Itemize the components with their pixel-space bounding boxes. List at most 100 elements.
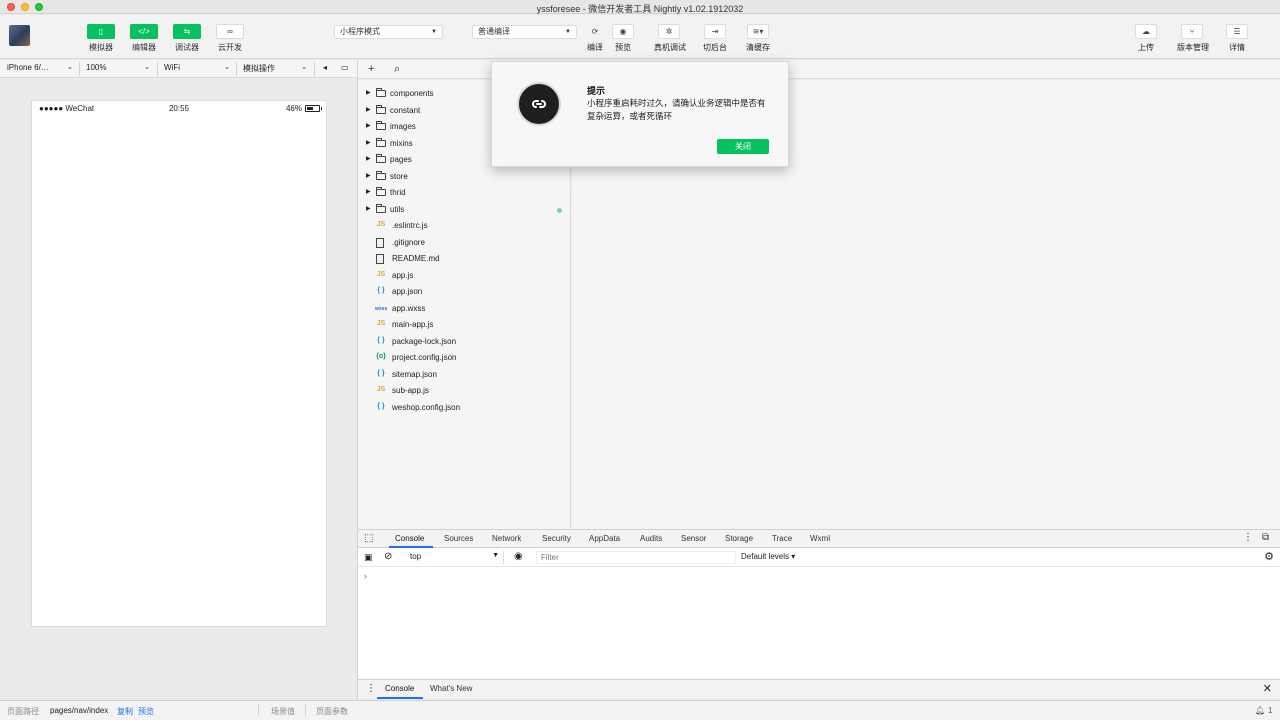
drawer-tab-what-s-new[interactable]: What's New (430, 684, 472, 693)
version-management-button[interactable]: ⑂ 版本管理 (1177, 24, 1209, 53)
close-dialog-button[interactable]: 关闭 (717, 139, 769, 154)
console-prompt[interactable]: › (364, 571, 367, 581)
layers-icon: ≋▾ (747, 24, 769, 39)
drawer-tabbar: ⋮ ✕ Console What's New (358, 679, 1280, 699)
file-name: weshop.config.json (392, 402, 461, 412)
chevron-right-icon: ▶ (366, 172, 371, 179)
drawer-menu-icon[interactable]: ⋮ (366, 683, 376, 694)
divider (258, 704, 259, 716)
network-select[interactable]: WiFi ⌄ (164, 63, 230, 72)
title-bar: yssforesee - 微信开发者工具 Nightly v1.02.19120… (0, 0, 1280, 14)
page-params-button[interactable]: 页面参数 (316, 706, 348, 717)
file-item[interactable]: {o} project.config.json (358, 350, 570, 366)
log-levels-select[interactable]: Default levels ▾ (741, 552, 795, 561)
folder-item[interactable]: ▶ thrid (358, 185, 570, 201)
clear-console-icon[interactable]: ⊘ (384, 551, 392, 562)
dialog-title: 提示 (587, 86, 606, 96)
tab-audits[interactable]: Audits (640, 534, 662, 543)
cloud-dev-button[interactable]: ∞ 云开发 (215, 24, 245, 53)
branch-icon: ⑂ (1181, 24, 1203, 39)
file-item[interactable]: JS sub-app.js (358, 383, 570, 399)
preview-path-link[interactable]: 预览 (138, 706, 154, 717)
sidebar-toggle-icon[interactable]: ▣ (364, 552, 373, 563)
bell-icon[interactable]: 🔔︎ (1255, 706, 1265, 715)
real-device-debug-button[interactable]: ✲ 真机调试 (654, 24, 686, 53)
close-icon[interactable]: ✕ (1263, 682, 1272, 695)
device-select[interactable]: iPhone 6/… ⌄ (7, 63, 73, 72)
tab-network[interactable]: Network (492, 534, 521, 543)
avatar[interactable] (9, 25, 30, 46)
json-file-icon: { } (377, 369, 385, 377)
more-options-icon[interactable]: ⋮ (1243, 532, 1253, 543)
context-select[interactable]: top ▼ (405, 551, 504, 564)
file-item[interactable]: JS main-app.js (358, 317, 570, 333)
scene-value-button[interactable]: 场景值 (271, 706, 295, 717)
details-button[interactable]: ☰ 详情 (1222, 24, 1252, 53)
folder-icon (376, 187, 386, 196)
debugger-button[interactable]: ⇆ 调试器 (172, 24, 202, 53)
file-item[interactable]: { } package-lock.json (358, 334, 570, 350)
folder-icon (376, 154, 386, 163)
compile-button[interactable]: ⟳ 编译 (580, 24, 610, 53)
phone-status-bar: ●●●●● WeChat 20:55 46% (32, 101, 326, 115)
folder-icon (376, 170, 386, 180)
background-button[interactable]: ⇥ 切后台 (700, 24, 730, 53)
search-icon[interactable]: ⌕ (394, 63, 400, 76)
phone-icon: ▯ (87, 24, 115, 39)
file-icon (376, 237, 384, 248)
file-item[interactable]: JS app.js (358, 268, 570, 284)
tab-security[interactable]: Security (542, 534, 571, 543)
file-name: app.wxss (392, 303, 426, 313)
volume-icon[interactable]: ◂ (323, 63, 327, 72)
simulator-button[interactable]: ▯ 模拟器 (86, 24, 116, 53)
file-name: package-lock.json (392, 336, 457, 346)
phone-screen[interactable]: ●●●●● WeChat 20:55 46% (31, 100, 327, 627)
folder-item[interactable]: ▶ store (358, 169, 570, 185)
upload-button[interactable]: ☁ 上传 (1131, 24, 1161, 53)
divider (236, 62, 237, 76)
file-item[interactable]: .gitignore (358, 235, 570, 251)
editor-button[interactable]: </> 编辑器 (129, 24, 159, 53)
file-item[interactable]: { } app.json (358, 284, 570, 300)
eye-icon[interactable]: ◉ (514, 551, 523, 562)
tab-sources[interactable]: Sources (444, 534, 473, 543)
console-filter-input[interactable] (536, 551, 736, 564)
detach-window-icon[interactable]: ▭ (341, 63, 349, 72)
file-item[interactable]: { } weshop.config.json (358, 400, 570, 416)
folder-name: constant (390, 105, 421, 115)
chevron-down-icon: ▼ (565, 29, 571, 35)
tab-sensor[interactable]: Sensor (681, 534, 706, 543)
add-file-icon[interactable]: + (368, 63, 374, 75)
inspect-element-icon[interactable]: ⬚ (364, 533, 373, 544)
file-item[interactable]: { } sitemap.json (358, 367, 570, 383)
console-output[interactable]: › (358, 567, 1280, 679)
tab-trace[interactable]: Trace (772, 534, 792, 543)
clear-cache-button[interactable]: ≋▾ 清缓存 (743, 24, 773, 53)
cloud-upload-icon: ☁ (1135, 24, 1157, 39)
file-item[interactable]: wxss app.wxss (358, 301, 570, 317)
gear-icon[interactable]: ⚙ (1264, 550, 1274, 563)
file-item[interactable]: JS .eslintrc.js (358, 218, 570, 234)
dialog-message: 小程序重启耗时过久，请确认业务逻辑中是否有复杂运算，或者死循环 (587, 98, 766, 121)
preview-button[interactable]: ◉ 预览 (608, 24, 638, 53)
window-title: yssforesee - 微信开发者工具 Nightly v1.02.19120… (536, 4, 744, 14)
copy-path-link[interactable]: 复制 (117, 706, 133, 717)
tab-appdata[interactable]: AppData (589, 534, 620, 543)
compile-mode-select[interactable]: 普通编译 ▼ (472, 25, 577, 39)
chevron-down-icon: ⌄ (224, 64, 230, 71)
zoom-select[interactable]: 100% ⌄ (86, 63, 150, 72)
bug-icon: ✲ (658, 24, 680, 39)
file-name: .eslintrc.js (392, 221, 428, 230)
divider (157, 62, 158, 76)
tab-console[interactable]: Console (395, 534, 424, 543)
folder-item[interactable]: ▶ utils (358, 202, 570, 218)
drawer-tab-console[interactable]: Console (385, 684, 414, 693)
file-item[interactable]: README.md (358, 251, 570, 267)
tab-wxml[interactable]: Wxml (810, 534, 830, 543)
tab-storage[interactable]: Storage (725, 534, 753, 543)
dock-icon[interactable]: ⧉ (1262, 532, 1269, 543)
mode-select[interactable]: 小程序模式 ▼ (334, 25, 443, 39)
file-name: sub-app.js (392, 386, 429, 395)
simulate-operation-select[interactable]: 模拟操作 ⌄ (243, 63, 307, 74)
chevron-right-icon: ▶ (366, 90, 371, 96)
